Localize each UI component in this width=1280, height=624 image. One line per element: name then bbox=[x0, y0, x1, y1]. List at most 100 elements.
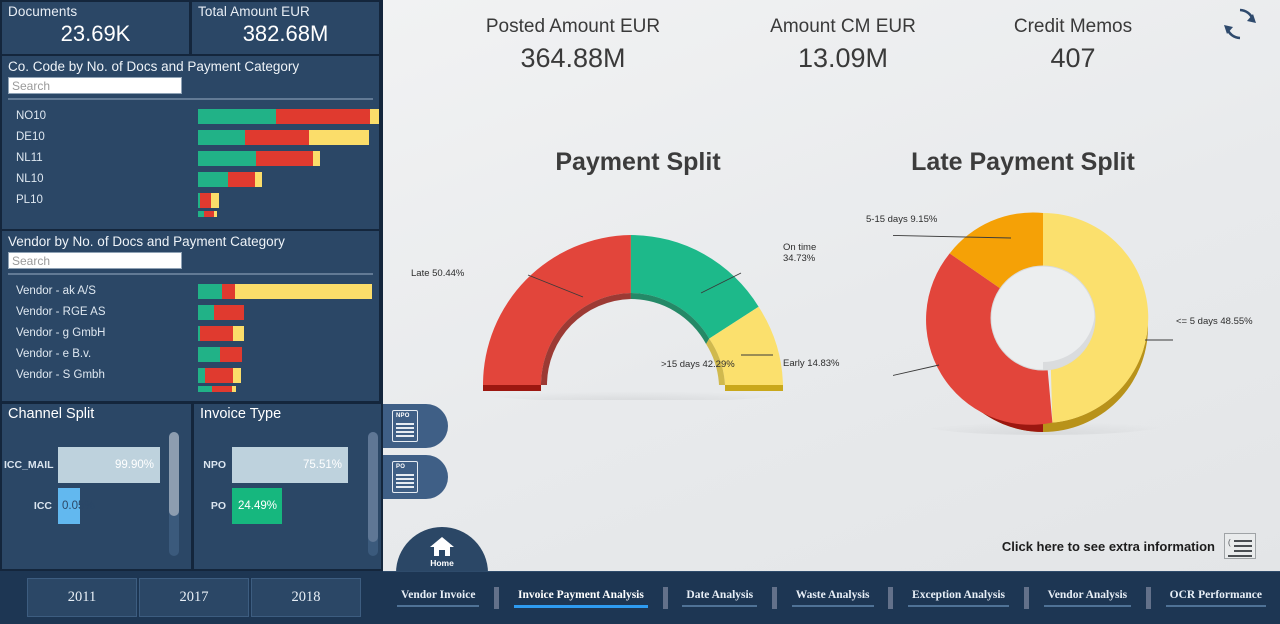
report-icon[interactable]: ( bbox=[1224, 533, 1256, 559]
refresh-icon[interactable] bbox=[1220, 4, 1260, 44]
kpi-total-amount-label: Total Amount EUR bbox=[198, 4, 310, 19]
left-kpi-row: Documents 23.69K Total Amount EUR 382.68… bbox=[0, 0, 381, 56]
ontime-value: 34.73% bbox=[783, 253, 816, 264]
co-code-bar-list: NO10 DE10 NL11 NL10 PL10 bbox=[2, 106, 379, 217]
kpi-posted-amount[interactable]: Posted Amount EUR 364.88M bbox=[423, 16, 723, 74]
kpi-credit-memos-label: Credit Memos bbox=[1013, 16, 1133, 37]
channel-row-bar: 99.90% bbox=[58, 447, 160, 483]
tab-vendor-analysis[interactable]: Vendor Analysis bbox=[1043, 589, 1132, 607]
payment-split-callout-late: Late 50.44% bbox=[411, 268, 465, 279]
stacked-bar bbox=[198, 193, 219, 208]
year-button-2011[interactable]: 2011 bbox=[27, 578, 137, 617]
co-code-divider bbox=[8, 98, 373, 100]
invoice-scrollbar-thumb[interactable] bbox=[368, 432, 378, 542]
home-button-label: Home bbox=[430, 558, 454, 568]
table-row[interactable]: NL11 bbox=[2, 148, 379, 169]
invoice-row-label: NPO bbox=[203, 459, 226, 471]
document-icon: NPO bbox=[392, 410, 418, 442]
main-content: Posted Amount EUR 364.88M Amount CM EUR … bbox=[383, 0, 1280, 571]
table-row[interactable]: Vendor - g GmbH bbox=[2, 323, 379, 344]
kpi-credit-memos[interactable]: Credit Memos 407 bbox=[963, 16, 1183, 74]
nav-divider bbox=[888, 587, 894, 609]
vendor-row-label: Vendor - RGE AS bbox=[16, 306, 106, 318]
stacked-bar bbox=[198, 347, 242, 362]
kpi-amount-cm-label: Amount CM EUR bbox=[770, 16, 916, 37]
vendor-search-input[interactable] bbox=[8, 252, 182, 269]
table-row[interactable]: NO10 bbox=[2, 106, 379, 127]
nav-divider bbox=[1145, 587, 1151, 609]
kpi-credit-memos-value: 407 bbox=[1050, 43, 1096, 73]
co-code-row-label: NL10 bbox=[16, 173, 44, 185]
table-row[interactable]: PL10 bbox=[2, 190, 379, 211]
stacked-bar bbox=[198, 172, 262, 187]
payment-split-callout-ontime: On time 34.73% bbox=[783, 242, 816, 264]
kpi-amount-cm[interactable]: Amount CM EUR 13.09M bbox=[723, 16, 963, 74]
table-row[interactable]: Vendor - ak A/S bbox=[2, 281, 379, 302]
invoice-row-bar: 24.49% bbox=[232, 488, 282, 524]
late-split-callout-5-15: 5-15 days 9.15% bbox=[866, 214, 938, 225]
vendor-panel-title: Vendor by No. of Docs and Payment Catego… bbox=[8, 234, 285, 249]
kpi-posted-amount-label: Posted Amount EUR bbox=[485, 16, 661, 37]
invoice-type-panel: Invoice Type NPO 75.51% PO 24.49% bbox=[193, 402, 383, 571]
invoice-type-bars: NPO 75.51% PO 24.49% bbox=[194, 447, 381, 529]
stacked-bar bbox=[198, 386, 236, 392]
kpi-tile-documents[interactable]: Documents 23.69K bbox=[0, 0, 191, 56]
tab-waste-analysis[interactable]: Waste Analysis bbox=[791, 589, 874, 607]
year-button-2017[interactable]: 2017 bbox=[139, 578, 249, 617]
tab-ocr-performance[interactable]: OCR Performance bbox=[1165, 589, 1266, 607]
stacked-bar bbox=[198, 211, 217, 217]
vendor-row-label: Vendor - S Gmbh bbox=[16, 369, 105, 381]
payment-split-gauge bbox=[483, 235, 783, 400]
ontime-label: On time bbox=[783, 242, 817, 253]
kpi-total-amount-value: 382.68M bbox=[242, 21, 329, 46]
year-button-2018[interactable]: 2018 bbox=[251, 578, 361, 617]
tab-invoice-payment-analysis[interactable]: Invoice Payment Analysis bbox=[513, 589, 648, 608]
tab-exception-analysis[interactable]: Exception Analysis bbox=[908, 589, 1010, 607]
co-code-search-input[interactable] bbox=[8, 77, 182, 94]
dashboard-root: Documents 23.69K Total Amount EUR 382.68… bbox=[0, 0, 1280, 624]
late-payment-split-donut bbox=[893, 212, 1173, 435]
sidebar-item-npo[interactable]: NPO bbox=[383, 404, 448, 448]
invoice-row-value: 75.51% bbox=[302, 459, 342, 471]
co-code-row-label: NO10 bbox=[16, 110, 47, 122]
npo-tag: NPO bbox=[396, 413, 410, 419]
invoice-row-label: PO bbox=[210, 500, 226, 512]
payment-split-title: Payment Split bbox=[555, 148, 721, 176]
tab-vendor-invoice[interactable]: Vendor Invoice bbox=[397, 589, 480, 607]
kpi-tile-total-amount[interactable]: Total Amount EUR 382.68M bbox=[191, 0, 381, 56]
table-row[interactable]: Vendor - S Gmbh bbox=[2, 365, 379, 386]
list-item[interactable]: PO 24.49% bbox=[194, 488, 381, 529]
late-payment-split-title: Late Payment Split bbox=[911, 148, 1135, 176]
co-code-panel-title: Co. Code by No. of Docs and Payment Cate… bbox=[8, 59, 300, 74]
channel-split-bars: ICC_MAIL 99.90% ICC 0.05% bbox=[2, 447, 191, 529]
channel-scrollbar-track[interactable] bbox=[169, 432, 179, 556]
channel-split-title: Channel Split bbox=[8, 406, 95, 422]
table-row[interactable]: Vendor - e B.v. bbox=[2, 344, 379, 365]
channel-row-value: 0.05% bbox=[62, 500, 95, 512]
table-row-partial[interactable] bbox=[2, 386, 379, 392]
nav-divider bbox=[1023, 587, 1029, 609]
extra-information-link[interactable]: Click here to see extra information ( bbox=[1002, 533, 1256, 559]
stacked-bar bbox=[198, 151, 320, 166]
stacked-bar bbox=[198, 109, 379, 124]
invoice-scrollbar-track[interactable] bbox=[368, 432, 378, 556]
channel-scrollbar-thumb[interactable] bbox=[169, 432, 179, 516]
kpi-documents-value: 23.69K bbox=[60, 21, 131, 46]
table-row-partial[interactable] bbox=[2, 211, 379, 217]
nav-divider bbox=[662, 587, 668, 609]
sidebar-item-po[interactable]: PO bbox=[383, 455, 448, 499]
table-row[interactable]: DE10 bbox=[2, 127, 379, 148]
late-split-callout-gt15: >15 days 42.29% bbox=[661, 359, 735, 370]
nav-divider bbox=[771, 587, 777, 609]
split-panels: Channel Split ICC_MAIL 99.90% ICC 0.05% bbox=[0, 402, 383, 571]
table-row[interactable]: NL10 bbox=[2, 169, 379, 190]
year-filter-bar: 2011 2017 2018 bbox=[0, 571, 383, 624]
list-item[interactable]: ICC_MAIL 99.90% bbox=[2, 447, 191, 488]
vendor-bar-list: Vendor - ak A/S Vendor - RGE AS Vendor -… bbox=[2, 281, 379, 392]
list-item[interactable]: ICC 0.05% bbox=[2, 488, 191, 529]
list-item[interactable]: NPO 75.51% bbox=[194, 447, 381, 488]
stacked-bar bbox=[198, 305, 244, 320]
table-row[interactable]: Vendor - RGE AS bbox=[2, 302, 379, 323]
tab-date-analysis[interactable]: Date Analysis bbox=[682, 589, 758, 607]
payment-split-callout-early: Early 14.83% bbox=[783, 358, 840, 369]
